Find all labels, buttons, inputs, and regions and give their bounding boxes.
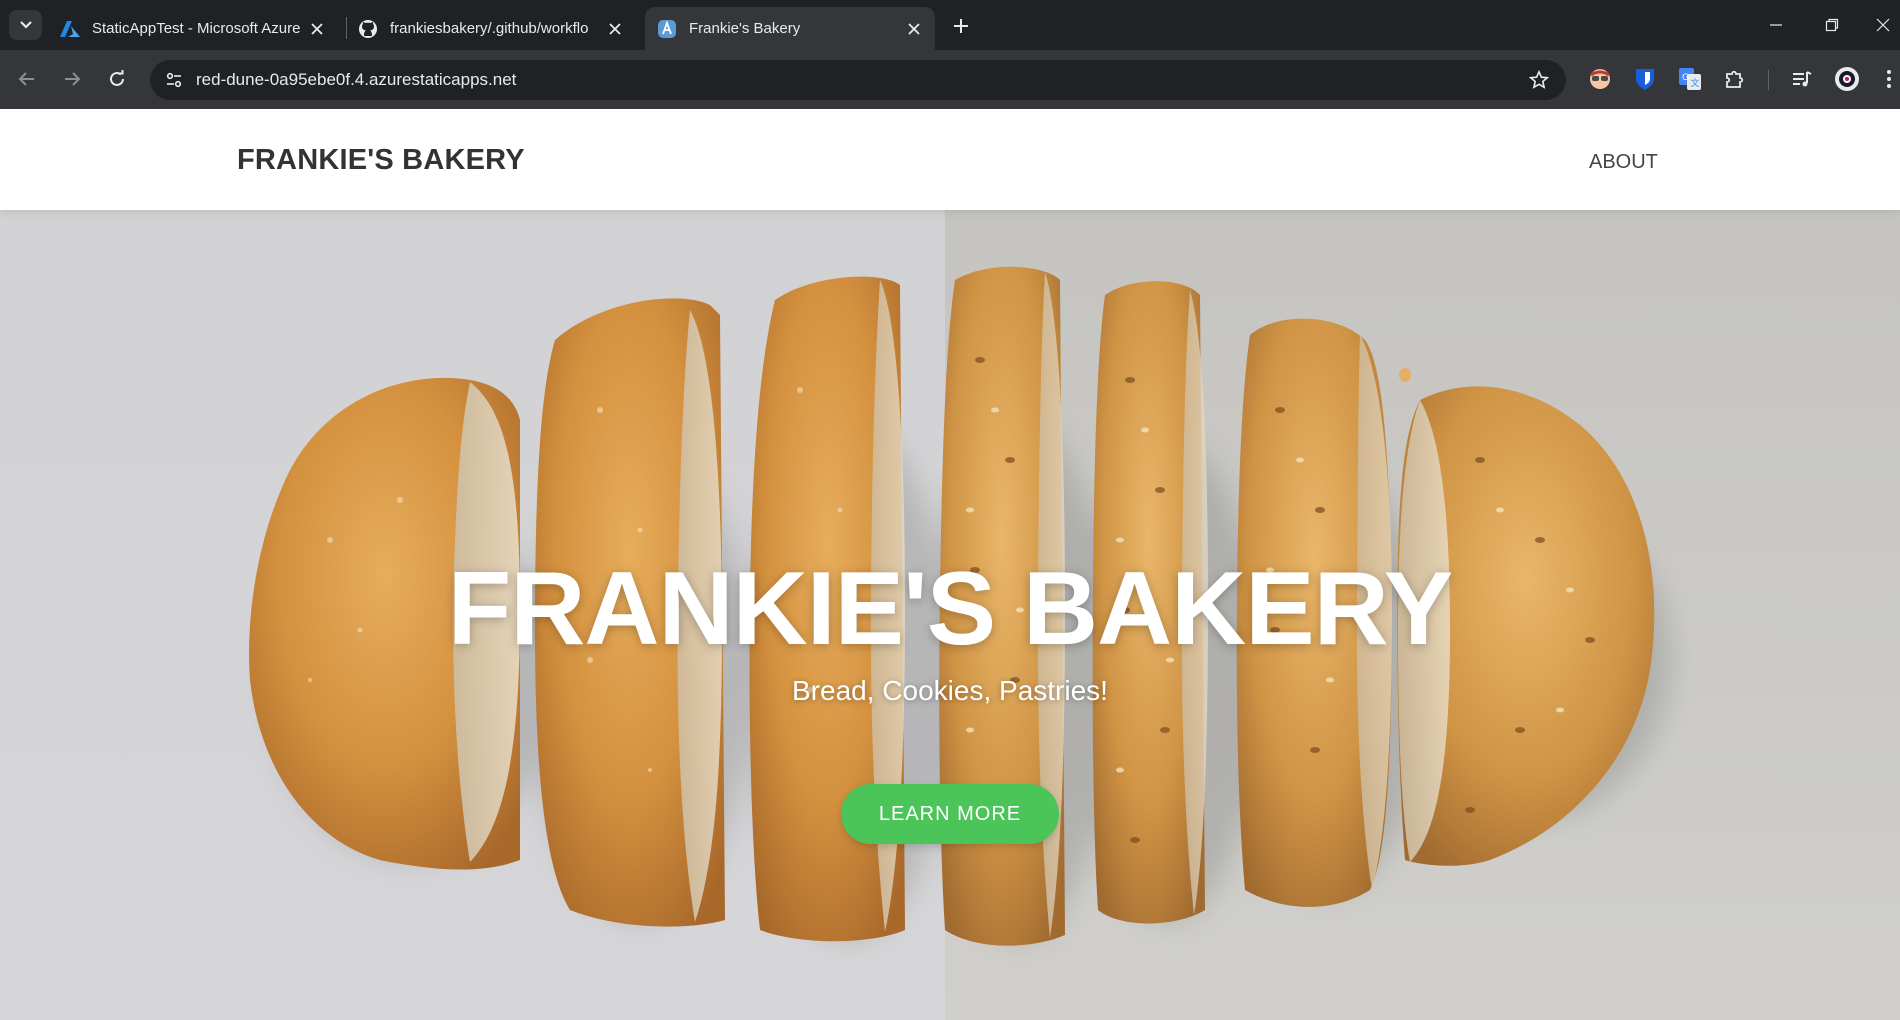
svg-text:文: 文 (1691, 77, 1700, 89)
restore-icon (1825, 18, 1839, 32)
close-icon[interactable] (606, 20, 624, 38)
tab-frankies-bakery[interactable]: Frankie's Bakery (645, 7, 935, 50)
hero-title: FRANKIE'S BAKERY (447, 551, 1454, 667)
reload-button[interactable] (102, 64, 132, 94)
tab-title: frankiesbakery/.github/workflo (390, 20, 589, 37)
svg-text:G: G (1682, 73, 1689, 83)
url-text[interactable]: red-dune-0a95ebe0f.4.azurestaticapps.net (196, 70, 516, 90)
github-icon (358, 19, 378, 39)
google-translate-icon[interactable]: G文 (1676, 65, 1704, 93)
media-queue-icon[interactable] (1788, 65, 1816, 93)
tab-azure[interactable]: StaticAppTest - Microsoft Azure (48, 7, 338, 50)
restore-button[interactable] (1812, 10, 1852, 40)
profile-avatar-icon[interactable] (1833, 65, 1861, 93)
extensions-puzzle-icon[interactable] (1721, 65, 1749, 93)
browser-toolbar: red-dune-0a95ebe0f.4.azurestaticapps.net (0, 50, 1900, 109)
close-icon (1876, 18, 1890, 32)
arrow-left-icon (18, 72, 34, 86)
hero-subtitle: Bread, Cookies, Pastries! (792, 675, 1108, 706)
tab-title: StaticAppTest - Microsoft Azure (92, 20, 300, 37)
site-brand-link[interactable]: FRANKIE'S BAKERY (237, 144, 525, 177)
arrow-right-icon (65, 72, 81, 86)
reload-icon (110, 70, 124, 86)
minimize-button[interactable] (1756, 10, 1796, 40)
tab-strip: StaticAppTest - Microsoft Azure frankies… (0, 0, 1900, 50)
bookmark-star-icon[interactable] (1528, 69, 1550, 91)
chevron-down-icon (19, 21, 32, 29)
back-button[interactable] (12, 64, 42, 94)
azure-icon (60, 19, 80, 39)
close-window-button[interactable] (1866, 10, 1900, 40)
more-menu-icon[interactable] (1878, 65, 1900, 93)
close-icon[interactable] (308, 20, 326, 38)
page-viewport: FRANKIE'S BAKERY ABOUT FRANKIE'S BAKERY … (0, 109, 1900, 1020)
site-info-icon[interactable] (160, 66, 188, 94)
site-navbar: FRANKIE'S BAKERY ABOUT (0, 109, 1900, 210)
extension-spy-icon[interactable] (1586, 65, 1614, 93)
forward-button[interactable] (57, 64, 87, 94)
plus-icon (954, 19, 968, 33)
minimize-icon (1770, 24, 1782, 26)
tab-github[interactable]: frankiesbakery/.github/workflo (346, 7, 636, 50)
address-bar[interactable]: red-dune-0a95ebe0f.4.azurestaticapps.net (150, 60, 1566, 100)
learn-more-button[interactable]: LEARN MORE (841, 784, 1059, 844)
toolbar-divider (1768, 70, 1769, 90)
tab-title: Frankie's Bakery (689, 20, 801, 37)
hero-section: FRANKIE'S BAKERY Bread, Cookies, Pastrie… (0, 210, 1900, 1020)
bitwarden-icon[interactable] (1631, 65, 1659, 93)
nav-about-link[interactable]: ABOUT (1589, 151, 1658, 174)
static-web-apps-icon (657, 19, 677, 39)
tab-search-button[interactable] (9, 10, 42, 40)
new-tab-button[interactable] (948, 13, 974, 39)
close-icon[interactable] (905, 20, 923, 38)
